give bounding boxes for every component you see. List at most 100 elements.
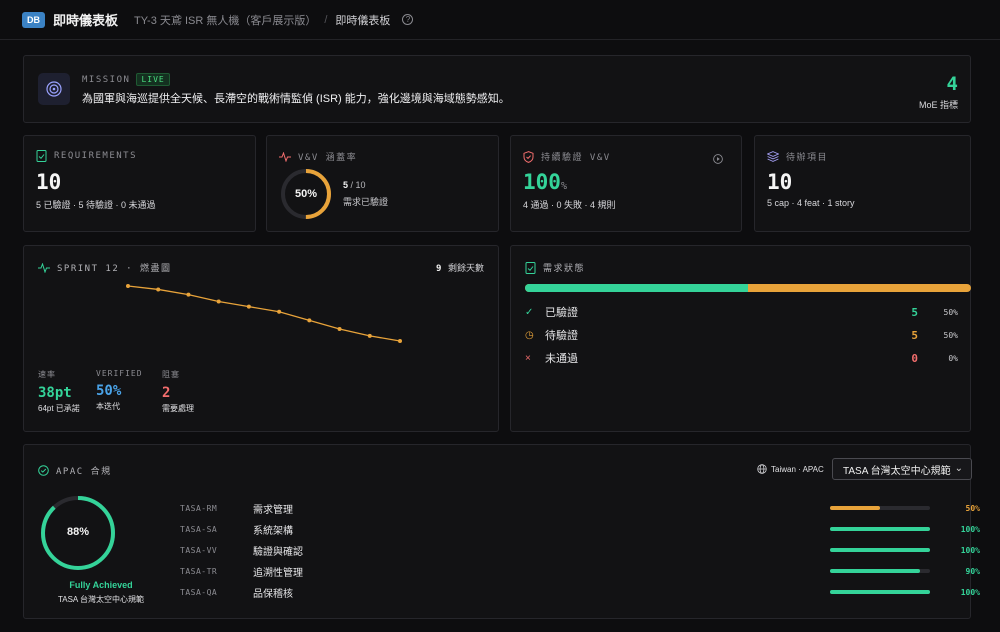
vv-coverage-caption: 需求已驗證 (343, 197, 389, 207)
burndown-point (307, 318, 312, 323)
sprint-stat-value: 2 (162, 385, 171, 401)
layers-icon (767, 151, 779, 162)
sprint-stat-caption: 本迭代 (96, 402, 120, 411)
compliance-code: TASA-SA (180, 524, 218, 534)
req-status-count: 0 (911, 351, 918, 365)
live-badge: LIVE (136, 73, 170, 86)
vv-coverage-count: 5 (343, 180, 349, 190)
compliance-progress-bar (830, 569, 930, 573)
req-status-row[interactable]: ◷ 待驗證 5 50% (525, 327, 958, 343)
mission-label: MISSION (82, 74, 131, 85)
compliance-code: TASA-TR (180, 566, 218, 576)
breadcrumb-current: 即時儀表板 (335, 14, 391, 27)
req-status-percent: 50% (943, 330, 958, 340)
compliance-code: TASA-VV (180, 545, 218, 555)
burndown-point (367, 333, 372, 338)
req-status-count: 5 (911, 328, 918, 342)
continuous-vv-label: 持續驗證 V&V (541, 153, 611, 163)
check-circle-icon (38, 465, 49, 476)
continuous-vv-card[interactable]: 持續驗證 V&V 100% 4 通過 · 0 失敗 · 4 規則 (510, 135, 742, 232)
top-bar: DB 即時儀表板 TY-3 天鳶 ISR 無人機（客戶展示版） / 即時儀表板 … (0, 0, 1000, 40)
req-status-name: 已驗證 (545, 307, 578, 319)
clock-icon: ◷ (525, 329, 534, 341)
compliance-progress-bar (830, 506, 930, 510)
burndown-point (277, 309, 282, 314)
burndown-point (156, 287, 161, 292)
region-label: Taiwan · APAC (771, 464, 824, 474)
vv-coverage-percent: 50% (294, 188, 318, 200)
vv-coverage-label: V&V 涵蓋率 (298, 153, 358, 163)
compliance-status: Fully Achieved (69, 580, 133, 590)
burndown-chart (126, 284, 402, 343)
backlog-value: 10 (767, 170, 793, 194)
req-status-bar (525, 284, 971, 292)
sprint-burndown-card: SPRINT 12 · 燃盡圖 9 剩餘天數 速率 38pt 64pt 已承諾 VER… (23, 245, 499, 432)
vv-coverage-total: / 10 (350, 180, 366, 190)
req-status-label: 需求狀態 (543, 264, 586, 274)
compliance-row[interactable]: TASA-SA 系統架構 100% (180, 522, 980, 537)
compliance-progress-fill (830, 548, 930, 552)
req-status-name: 待驗證 (545, 330, 578, 342)
requirements-card[interactable]: REQUIREMENTS 10 5 已驗證 · 5 待驗證 · 0 未通過 (23, 135, 256, 232)
chevron-down-icon: ⌄ (954, 463, 963, 474)
compliance-percent-value: 90% (965, 566, 980, 576)
compliance-progress-fill (830, 527, 930, 531)
req-status-percent: 0% (948, 353, 958, 363)
compliance-progress-bar (830, 590, 930, 594)
sprint-stat-caption: 64pt 已承諾 (38, 404, 80, 413)
req-status-percent: 50% (943, 307, 958, 317)
apac-compliance-label: APAC 合規 (56, 467, 112, 477)
target-icon (38, 73, 70, 105)
remaining-days-label: 剩餘天數 (447, 263, 484, 273)
standard-select[interactable]: TASA 台灣太空中心規範 ⌄ (832, 458, 972, 480)
play-icon[interactable] (713, 154, 723, 164)
compliance-name: 需求管理 (253, 504, 293, 516)
sprint-stat-label: 速率 (38, 370, 56, 379)
backlog-label: 待辦項目 (786, 153, 829, 163)
sprint-stat: 阻塞 2 需要處理 (162, 369, 194, 414)
pulse-icon (279, 151, 291, 162)
burndown-point (216, 299, 221, 304)
compliance-percent-value: 100% (960, 587, 980, 597)
compliance-code: TASA-RM (180, 503, 218, 513)
sprint-stat: VERIFIED 50% 本迭代 (96, 369, 143, 412)
backlog-card[interactable]: 待辦項目 10 5 cap · 4 feat · 1 story (754, 135, 971, 232)
vv-coverage-card[interactable]: V&V 涵蓋率 50% 5 / 10 需求已驗證 (266, 135, 499, 232)
compliance-row[interactable]: TASA-TR 追溯性管理 90% (180, 564, 980, 579)
sprint-stat-caption: 需要處理 (162, 404, 194, 413)
compliance-progress-fill (830, 590, 930, 594)
requirements-summary: 5 已驗證 · 5 待驗證 · 0 未通過 (36, 200, 156, 210)
compliance-progress-bar (830, 548, 930, 552)
compliance-row[interactable]: TASA-QA 品保稽核 100% (180, 585, 980, 600)
req-status-count: 5 (911, 305, 918, 319)
burndown-point (246, 304, 251, 309)
sprint-label: SPRINT 12 · 燃盡圖 (57, 264, 172, 274)
compliance-row[interactable]: TASA-RM 需求管理 50% (180, 501, 980, 516)
compliance-row[interactable]: TASA-VV 驗證與確認 100% (180, 543, 980, 558)
sprint-stat-label: 阻塞 (162, 370, 180, 379)
check-icon: ✓ (525, 306, 534, 318)
burndown-point (126, 284, 130, 288)
breadcrumb-project[interactable]: TY-3 天鳶 ISR 無人機（客戶展示版） (134, 12, 316, 28)
sprint-stat-value: 50% (96, 383, 122, 399)
apac-compliance-card: APAC 合規 Taiwan · APAC TASA 台灣太空中心規範 ⌄ 88… (23, 444, 980, 619)
compliance-percent-value: 100% (960, 545, 980, 555)
app-badge: DB (22, 11, 45, 28)
sprint-stat: 速率 38pt 64pt 已承諾 (38, 369, 80, 414)
continuous-vv-summary: 4 通過 · 0 失敗 · 4 規則 (523, 200, 616, 210)
close-icon: × (525, 352, 531, 364)
help-icon[interactable]: ? (402, 14, 414, 25)
compliance-name: 品保稽核 (253, 588, 293, 600)
compliance-name: 驗證與確認 (253, 546, 303, 558)
compliance-progress-bar (830, 527, 930, 531)
compliance-percent: 88% (66, 526, 90, 538)
continuous-vv-unit: % (560, 181, 567, 192)
req-status-row[interactable]: × 未通過 0 0% (525, 350, 958, 366)
mission-text: 為國軍與海巡提供全天候、長滯空的戰術情監偵 (ISR) 能力，強化邊境與海域態勢… (82, 93, 510, 105)
page-title: 即時儀表板 (53, 13, 119, 28)
requirement-status-card: 需求狀態 ✓ 已驗證 5 50% ◷ 待驗證 5 50% × 未通過 0 0% (510, 245, 971, 432)
breadcrumb-separator: / (324, 13, 328, 26)
document-check-icon (36, 150, 47, 162)
compliance-progress-fill (830, 506, 880, 510)
req-status-row[interactable]: ✓ 已驗證 5 50% (525, 304, 958, 320)
